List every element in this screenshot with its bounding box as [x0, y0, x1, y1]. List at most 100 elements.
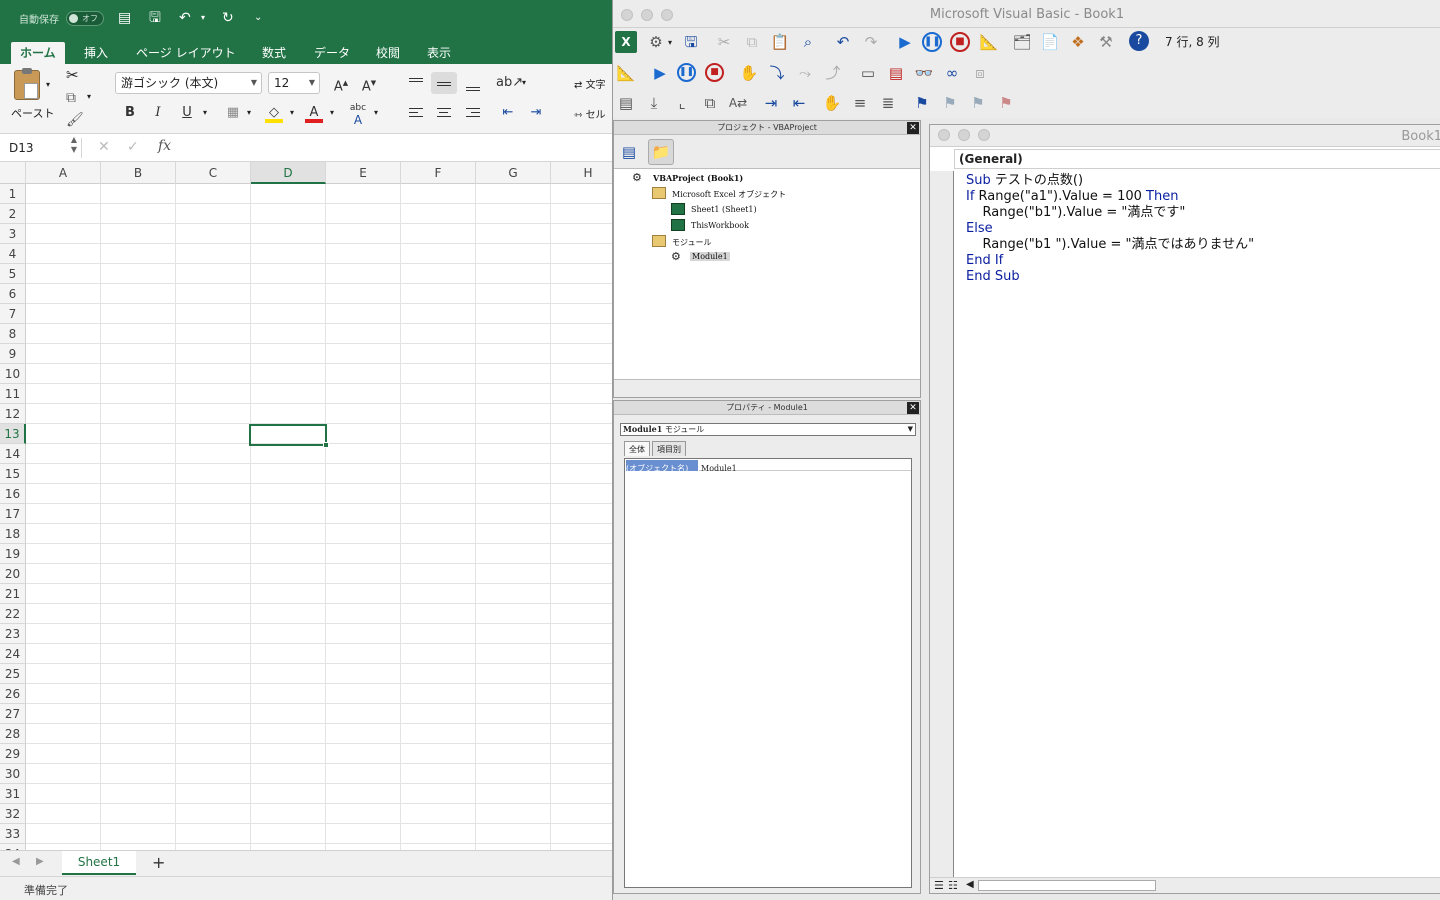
cut-icon[interactable]: ✂ — [66, 66, 79, 84]
full-module-view-icon[interactable]: ☷ — [948, 879, 958, 892]
code-line[interactable]: End Sub — [966, 269, 1436, 285]
formula-input[interactable] — [182, 138, 612, 158]
window-close-icon[interactable] — [938, 129, 950, 141]
undo-icon[interactable]: ↶ — [179, 10, 191, 26]
list-properties-icon[interactable]: ▤ — [615, 92, 637, 114]
tree-item-excel-objects[interactable]: Microsoft Excel オブジェクト — [672, 189, 786, 200]
row-header[interactable]: 9 — [0, 344, 26, 364]
row-header[interactable]: 24 — [0, 644, 26, 664]
quick-info-icon[interactable]: ⌞ — [671, 92, 693, 114]
row-header[interactable]: 30 — [0, 764, 26, 784]
property-name-cell[interactable]: (オブジェクト名) — [626, 460, 698, 473]
quick-watch-icon[interactable]: ∞ — [941, 62, 963, 84]
step-out-icon[interactable]: ⤴ — [822, 62, 844, 84]
window-zoom-icon[interactable] — [978, 129, 990, 141]
row-header[interactable]: 16 — [0, 484, 26, 504]
project-panel-scrollbar[interactable] — [614, 379, 920, 397]
phonetic-icon[interactable]: abc A — [345, 102, 371, 126]
borders-icon[interactable]: ▦ — [220, 102, 246, 124]
row-header[interactable]: 32 — [0, 804, 26, 824]
cell-area[interactable] — [26, 184, 612, 850]
paste-icon[interactable]: 📋 — [769, 31, 791, 53]
insert-function-button[interactable]: fx — [158, 138, 171, 154]
toggle-bookmark-icon[interactable]: ⚑ — [911, 92, 933, 114]
column-header[interactable]: B — [101, 162, 176, 184]
scroll-right-icon[interactable]: ▶ — [36, 856, 44, 867]
tab-all[interactable]: 全体 — [624, 441, 650, 456]
row-header[interactable]: 20 — [0, 564, 26, 584]
align-center-icon[interactable] — [431, 102, 457, 124]
run-icon[interactable]: ▶ — [894, 31, 916, 53]
font-color-icon[interactable]: A — [301, 102, 327, 124]
paste-dropdown-icon[interactable]: ▾ — [46, 80, 50, 89]
merge-center-button[interactable]: ⇿ セル — [574, 106, 606, 121]
row-header[interactable]: 19 — [0, 544, 26, 564]
tab-formulas[interactable]: 数式 — [253, 42, 295, 64]
tab-category[interactable]: 項目別 — [652, 441, 686, 456]
tab-data[interactable]: データ — [305, 42, 359, 64]
row-header[interactable]: 23 — [0, 624, 26, 644]
column-header[interactable]: H — [551, 162, 612, 184]
italic-button[interactable]: I — [145, 102, 171, 124]
paste-icon[interactable] — [14, 68, 40, 100]
fill-color-icon[interactable]: ◇ — [261, 102, 287, 124]
column-header[interactable]: G — [476, 162, 551, 184]
row-header[interactable]: 31 — [0, 784, 26, 804]
insert-module-icon[interactable]: ⚙ — [645, 31, 667, 53]
decrease-indent-icon[interactable]: ⇤ — [495, 102, 521, 124]
previous-bookmark-icon[interactable]: ⚑ — [967, 92, 989, 114]
clear-bookmarks-icon[interactable]: ⚑ — [995, 92, 1017, 114]
comment-block-icon[interactable]: ≡ — [849, 92, 871, 114]
row-header[interactable]: 28 — [0, 724, 26, 744]
procedure-view-icon[interactable]: ☰ — [934, 879, 944, 892]
tab-view[interactable]: 表示 — [418, 42, 460, 64]
indent-icon[interactable]: ⇥ — [760, 92, 782, 114]
font-size-select[interactable]: 12 ▼ — [268, 72, 320, 94]
excel-icon[interactable]: X — [615, 31, 637, 53]
break-icon[interactable]: ❚❚ — [922, 32, 942, 52]
row-header[interactable]: 17 — [0, 504, 26, 524]
scroll-left-icon[interactable]: ◀ — [966, 879, 974, 890]
code-line[interactable]: Range("b1").Value = "満点です" — [966, 205, 1436, 221]
properties-window-icon[interactable]: 📄 — [1039, 31, 1061, 53]
enter-icon[interactable]: ✓ — [127, 139, 139, 155]
locals-window-icon[interactable]: ▭ — [857, 62, 879, 84]
parameter-info-icon[interactable]: ⧉ — [699, 92, 721, 114]
column-header[interactable]: E — [326, 162, 401, 184]
align-left-icon[interactable] — [403, 102, 429, 124]
uncomment-block-icon[interactable]: ≣ — [877, 92, 899, 114]
column-header[interactable]: C — [176, 162, 251, 184]
immediate-window-icon[interactable]: ▤ — [885, 62, 907, 84]
bold-button[interactable]: B — [117, 102, 143, 124]
design-mode-icon[interactable]: 📐 — [615, 62, 637, 84]
row-header-selected[interactable]: 13 — [0, 424, 26, 444]
code-line[interactable]: End If — [966, 253, 1436, 269]
close-icon[interactable]: ✕ — [907, 122, 919, 134]
redo-icon[interactable]: ↷ — [860, 31, 882, 53]
row-header[interactable]: 5 — [0, 264, 26, 284]
row-header[interactable]: 15 — [0, 464, 26, 484]
row-header[interactable]: 10 — [0, 364, 26, 384]
fill-handle[interactable] — [323, 442, 329, 448]
column-header[interactable]: F — [401, 162, 476, 184]
design-mode-icon[interactable]: 📐 — [978, 31, 1000, 53]
tree-item-vbaproject[interactable]: VBAProject (Book1) — [653, 173, 743, 183]
tree-item-module1[interactable]: Module1 — [690, 252, 730, 261]
code-line[interactable]: Sub テストの点数() — [966, 173, 1436, 189]
autosave-toggle[interactable]: オフ — [66, 11, 104, 26]
outdent-icon[interactable]: ⇤ — [788, 92, 810, 114]
row-header[interactable]: 25 — [0, 664, 26, 684]
increase-font-size-button[interactable]: A▲ — [328, 72, 354, 94]
name-box[interactable]: D13 ▲ ▼ — [4, 135, 82, 158]
row-header[interactable]: 26 — [0, 684, 26, 704]
row-header[interactable]: 29 — [0, 744, 26, 764]
add-sheet-button[interactable]: + — [152, 853, 165, 872]
copy-icon[interactable]: ⧉ — [741, 31, 763, 53]
save-icon[interactable]: 🖫 — [680, 31, 702, 53]
reset-icon[interactable]: ■ — [950, 32, 970, 52]
step-over-icon[interactable]: ⤳ — [794, 62, 816, 84]
row-header[interactable]: 1 — [0, 184, 26, 204]
object-browser-icon[interactable]: ❖ — [1067, 31, 1089, 53]
scroll-left-icon[interactable]: ◀ — [12, 856, 20, 867]
code-line[interactable]: Else — [966, 221, 1436, 237]
